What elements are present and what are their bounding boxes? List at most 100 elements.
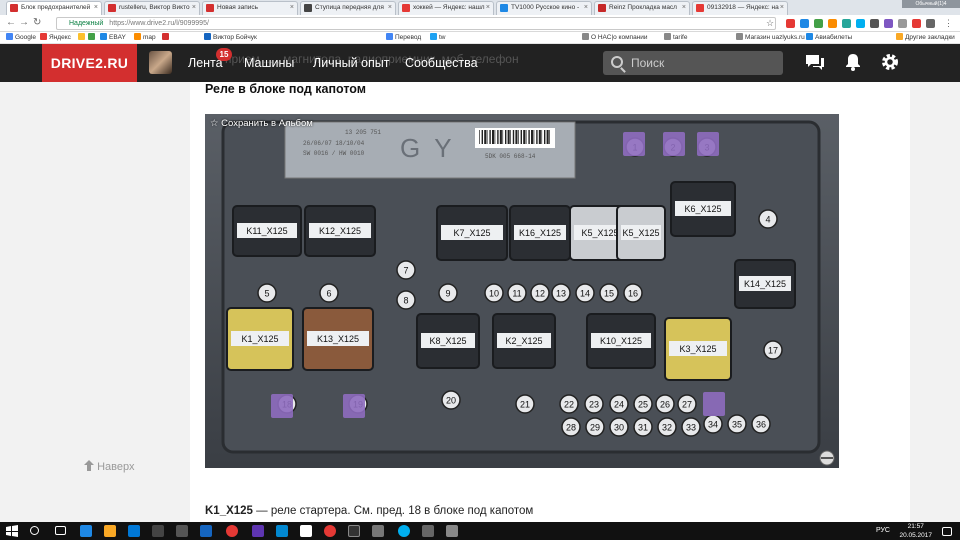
extension-icon[interactable] bbox=[898, 19, 907, 28]
reload-icon[interactable]: ↻ bbox=[33, 17, 41, 29]
barcode-bar bbox=[486, 130, 488, 144]
address-input[interactable]: Надежный https://www.drive2.ru/l/9099995… bbox=[56, 17, 776, 30]
app-icon[interactable] bbox=[152, 525, 164, 537]
browser-tab[interactable]: Новая запись × bbox=[202, 1, 298, 15]
tab-title: Блок предохранителей bbox=[21, 4, 91, 11]
close-icon[interactable]: × bbox=[388, 2, 392, 14]
bookmark-item[interactable]: О НАС|о компании bbox=[582, 32, 648, 43]
bell-icon[interactable] bbox=[842, 51, 864, 73]
close-icon[interactable]: × bbox=[192, 2, 196, 14]
extension-icon[interactable] bbox=[814, 19, 823, 28]
extension-icon[interactable] bbox=[870, 19, 879, 28]
bookmark-item[interactable]: Магазин uazlyuks.ru bbox=[736, 32, 805, 43]
back-to-top-link[interactable]: Наверх bbox=[84, 460, 134, 473]
fuse-number-text: 32 bbox=[662, 423, 672, 433]
bookmark-item[interactable]: Яндекс bbox=[40, 32, 71, 43]
relay-label: K10_X125 bbox=[600, 336, 642, 346]
close-icon[interactable]: × bbox=[682, 2, 686, 14]
search-input[interactable]: Поиск bbox=[603, 51, 783, 75]
app-icon[interactable] bbox=[176, 525, 188, 537]
avatar[interactable] bbox=[149, 51, 172, 74]
extension-icon[interactable] bbox=[884, 19, 893, 28]
bookmark-item[interactable]: map bbox=[134, 32, 156, 43]
bookmark-item[interactable] bbox=[162, 32, 171, 43]
app-icon[interactable] bbox=[348, 525, 360, 537]
bookmark-item[interactable]: tarife bbox=[664, 32, 687, 43]
app-icon[interactable] bbox=[276, 525, 288, 537]
bookmark-item[interactable]: Авиабилеты bbox=[806, 32, 852, 43]
notifications-icon[interactable] bbox=[942, 527, 952, 536]
nav-cars[interactable]: Машины bbox=[244, 44, 294, 82]
photoshop-icon[interactable] bbox=[200, 525, 212, 537]
browser-tab[interactable]: Reinz Прокладка масл × bbox=[594, 1, 690, 15]
fuse-number: 32 bbox=[657, 417, 677, 437]
bookmark-item[interactable]: Google bbox=[6, 32, 36, 43]
extension-icon[interactable] bbox=[828, 19, 837, 28]
extension-icon[interactable] bbox=[800, 19, 809, 28]
search-icon[interactable] bbox=[30, 526, 39, 535]
forward-icon[interactable]: → bbox=[19, 17, 29, 29]
app-icon[interactable] bbox=[446, 525, 458, 537]
browser-tab[interactable]: 09132918 — Яндекс: на × bbox=[692, 1, 788, 15]
bookmark-icon bbox=[78, 33, 85, 40]
fuse-number: 26 bbox=[655, 394, 675, 414]
edge-icon[interactable] bbox=[80, 525, 92, 537]
bookmark-item[interactable] bbox=[78, 32, 87, 43]
label-code: SW 0016 / HW 0010 bbox=[303, 150, 365, 157]
opera-icon[interactable] bbox=[324, 525, 336, 537]
close-icon[interactable]: × bbox=[584, 2, 588, 14]
relay-label: K12_X125 bbox=[319, 226, 361, 236]
skype-icon[interactable] bbox=[856, 19, 865, 28]
app-icon[interactable] bbox=[252, 525, 264, 537]
fuse-number-text: 24 bbox=[614, 400, 624, 410]
fuse-number: 16 bbox=[623, 283, 643, 303]
browser-tab[interactable]: Блок предохранителей × bbox=[6, 1, 102, 15]
browser-tab[interactable]: rustelleru, Виктор Викто × bbox=[104, 1, 200, 15]
chrome-icon[interactable] bbox=[226, 525, 238, 537]
star-icon[interactable]: ☆ bbox=[766, 17, 774, 29]
close-icon[interactable]: × bbox=[290, 2, 294, 14]
fuse-number-text: 6 bbox=[326, 289, 331, 299]
bookmark-item[interactable]: tw bbox=[430, 32, 446, 43]
bookmark-item[interactable]: EBAY bbox=[100, 32, 126, 43]
site-logo[interactable]: DRIVE2.RU bbox=[42, 44, 137, 82]
extension-icon[interactable] bbox=[842, 19, 851, 28]
language-indicator[interactable]: РУС bbox=[876, 527, 890, 534]
other-bookmarks[interactable]: Другие закладки bbox=[896, 32, 955, 43]
fuse-box-photo[interactable]: GY 13 205 751 26/06/07 18/10/04 SW 0016 … bbox=[205, 114, 839, 468]
clock[interactable]: 21:57 20.05.2017 bbox=[899, 522, 932, 540]
skype-icon[interactable] bbox=[398, 525, 410, 537]
nav-communities[interactable]: Сообщества bbox=[405, 44, 478, 82]
gear-icon[interactable] bbox=[879, 51, 901, 73]
bookmark-item[interactable]: Виктор Бойчук bbox=[204, 32, 257, 43]
bookmark-item[interactable] bbox=[88, 32, 97, 43]
extension-icon[interactable] bbox=[786, 19, 795, 28]
file-explorer-icon[interactable] bbox=[104, 525, 116, 537]
fuse-number: 24 bbox=[609, 394, 629, 414]
task-view-icon[interactable] bbox=[55, 526, 66, 535]
app-icon[interactable] bbox=[422, 525, 434, 537]
browser-tab[interactable]: Ступица передняя для × bbox=[300, 1, 396, 15]
nav-personal-experience[interactable]: Личный опыт bbox=[313, 44, 389, 82]
app-icon[interactable] bbox=[372, 525, 384, 537]
bookmark-item[interactable]: Перевод bbox=[386, 32, 421, 43]
messages-icon[interactable] bbox=[804, 51, 826, 73]
extension-icon[interactable] bbox=[926, 19, 935, 28]
tab-title: Ступица передняя для bbox=[315, 4, 384, 11]
fuse-number-text: 21 bbox=[520, 400, 530, 410]
barcode-bar bbox=[510, 130, 511, 144]
close-icon[interactable]: × bbox=[780, 2, 784, 14]
close-icon[interactable]: × bbox=[94, 2, 98, 14]
extension-icon[interactable] bbox=[912, 19, 921, 28]
profile-badge[interactable]: Обычный(1)4 bbox=[902, 0, 960, 8]
browser-tab[interactable]: хоккей — Яндекс: нашл × bbox=[398, 1, 494, 15]
menu-icon[interactable]: ⋮ bbox=[944, 17, 953, 29]
app-icon[interactable] bbox=[300, 525, 312, 537]
barcode-bar bbox=[484, 130, 487, 144]
store-icon[interactable] bbox=[128, 525, 140, 537]
windows-start-icon[interactable] bbox=[6, 525, 18, 537]
browser-tab[interactable]: TV1000 Русское кино - × bbox=[496, 1, 592, 15]
save-to-album-button[interactable]: ☆ Сохранить в Альбом bbox=[210, 118, 313, 129]
close-icon[interactable]: × bbox=[486, 2, 490, 14]
back-icon[interactable]: ← bbox=[6, 17, 16, 29]
